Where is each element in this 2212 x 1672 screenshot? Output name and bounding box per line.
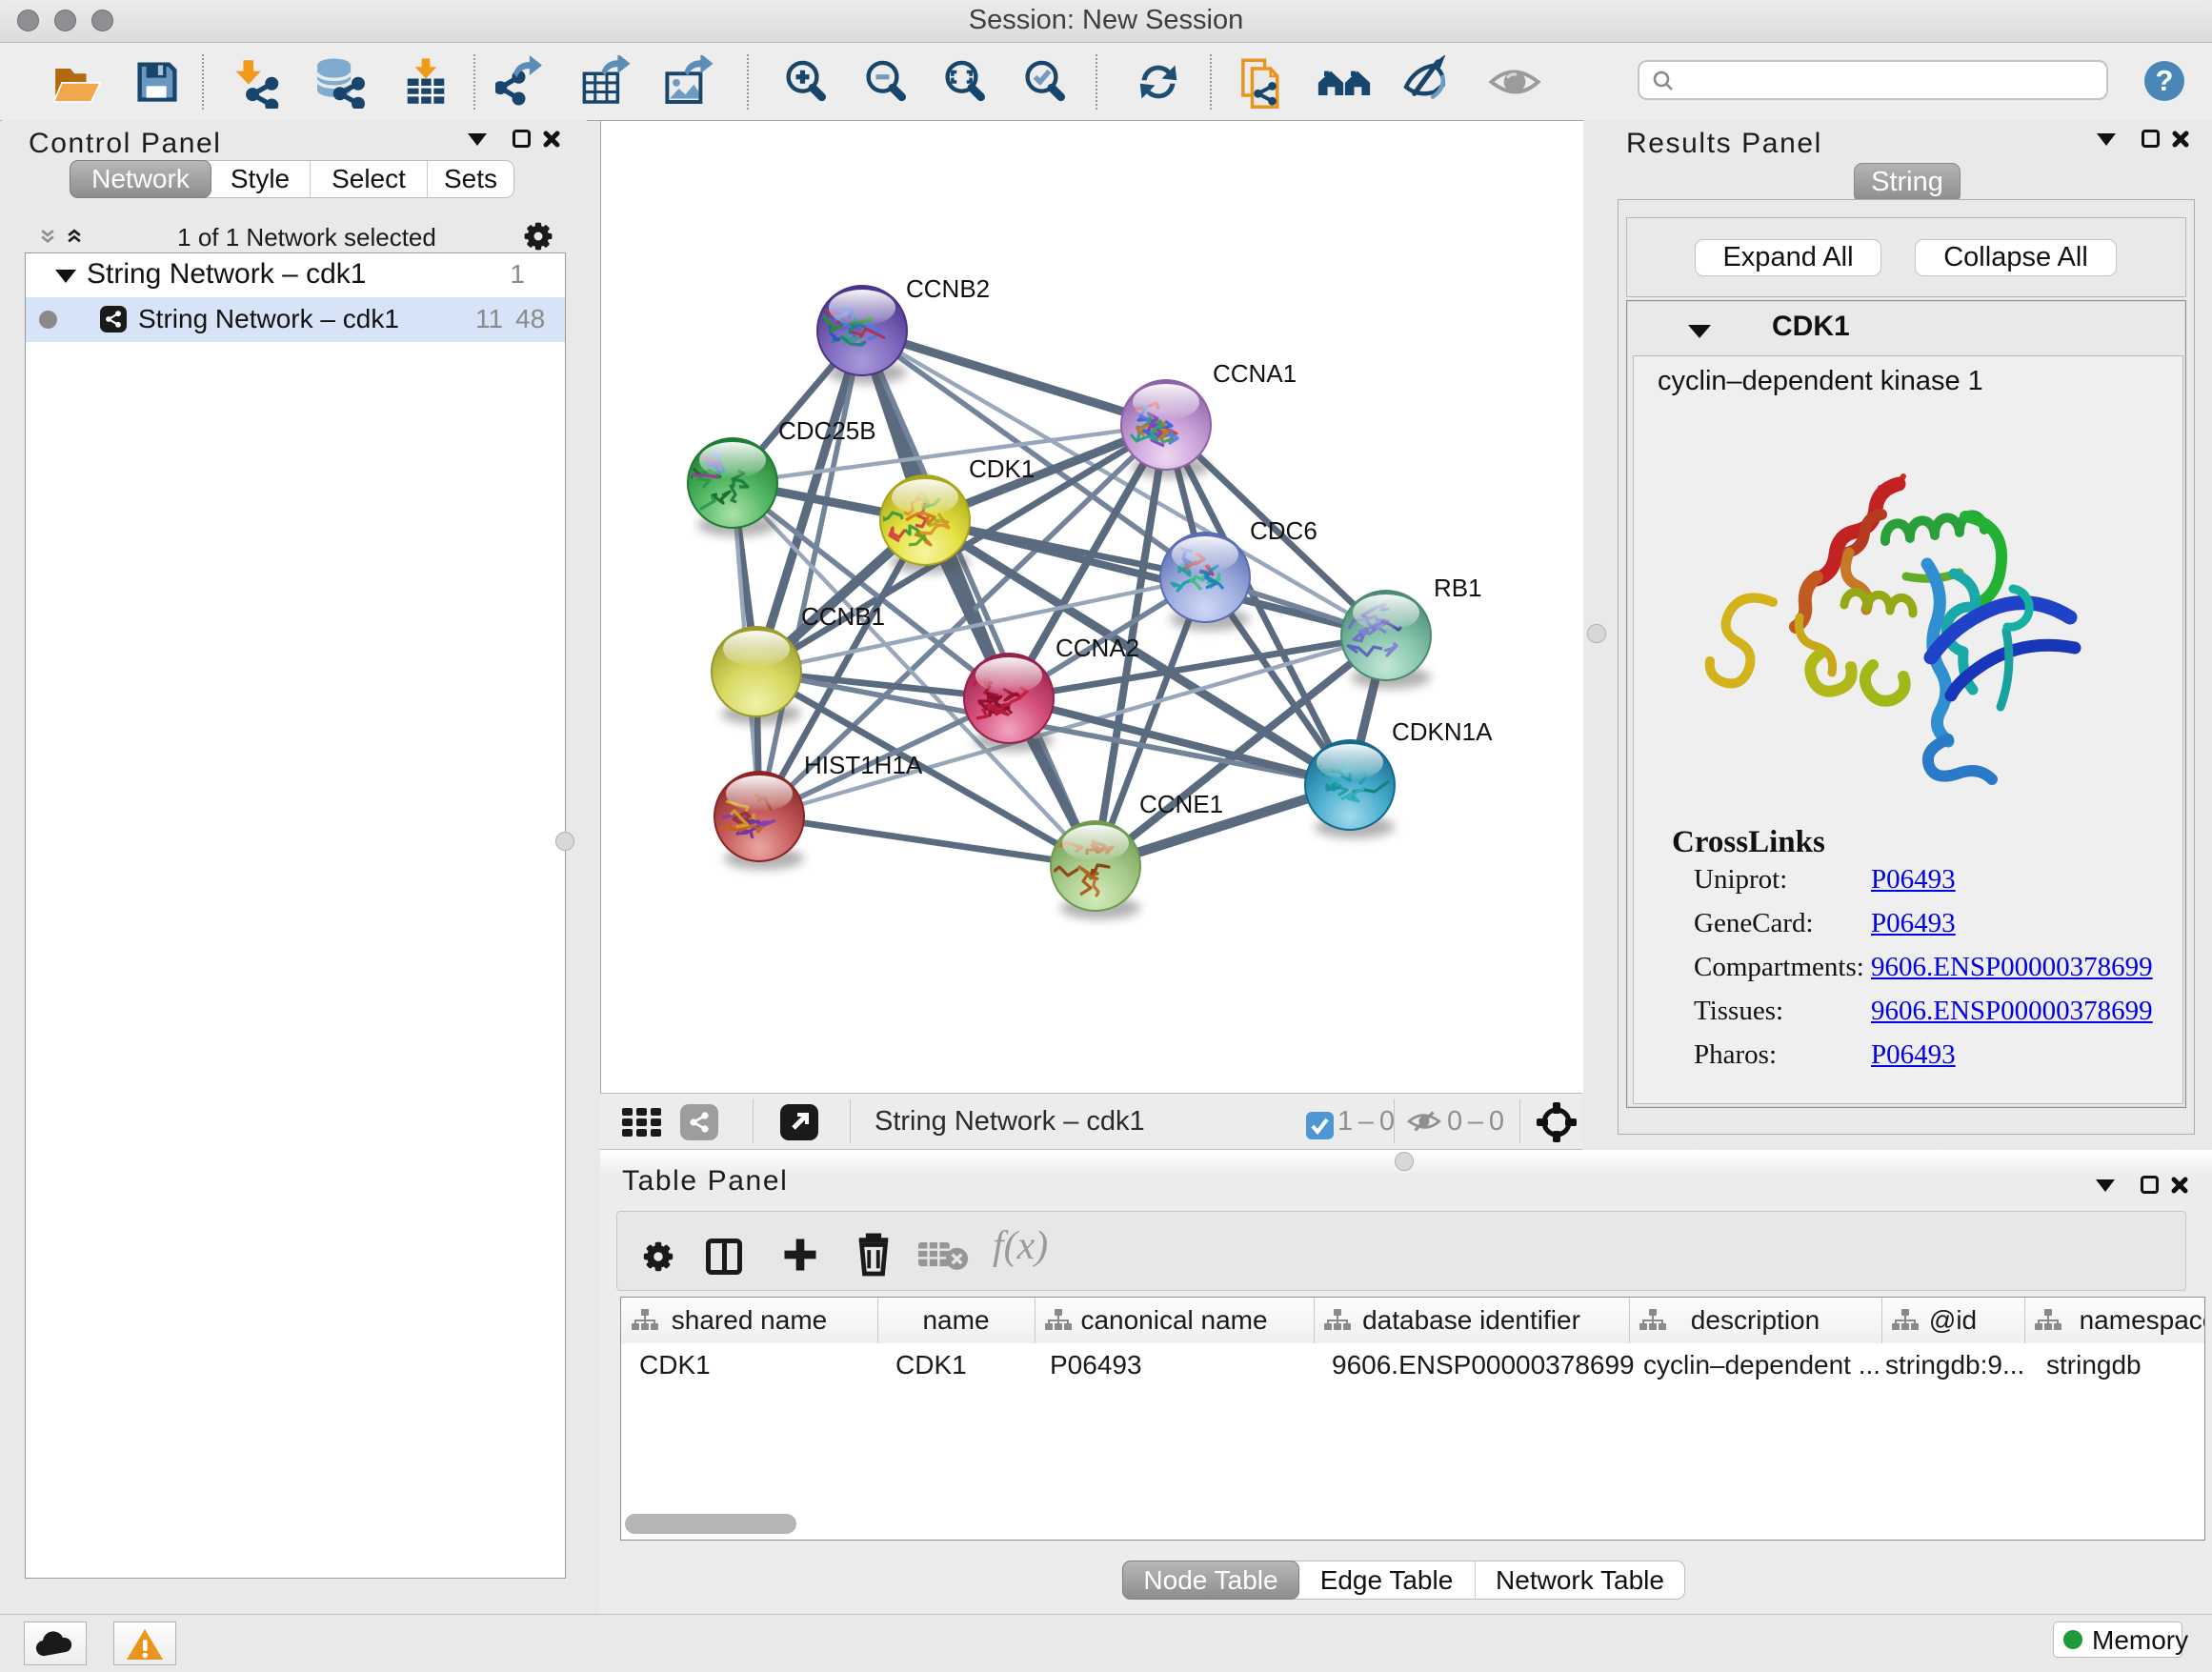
svg-text:CCNA2: CCNA2 [1056,634,1139,662]
svg-text:CDC6: CDC6 [1250,516,1317,545]
svg-text:CCNA1: CCNA1 [1213,359,1297,388]
svg-text:CCNB2: CCNB2 [906,274,990,303]
svg-text:CCNE1: CCNE1 [1139,790,1223,818]
svg-text:CCNB1: CCNB1 [801,602,885,631]
svg-text:CDC25B: CDC25B [778,416,876,445]
svg-text:RB1: RB1 [1434,574,1482,602]
svg-text:HIST1H1A: HIST1H1A [804,751,923,779]
svg-text:CDKN1A: CDKN1A [1392,717,1493,746]
svg-text:CDK1: CDK1 [969,454,1035,483]
